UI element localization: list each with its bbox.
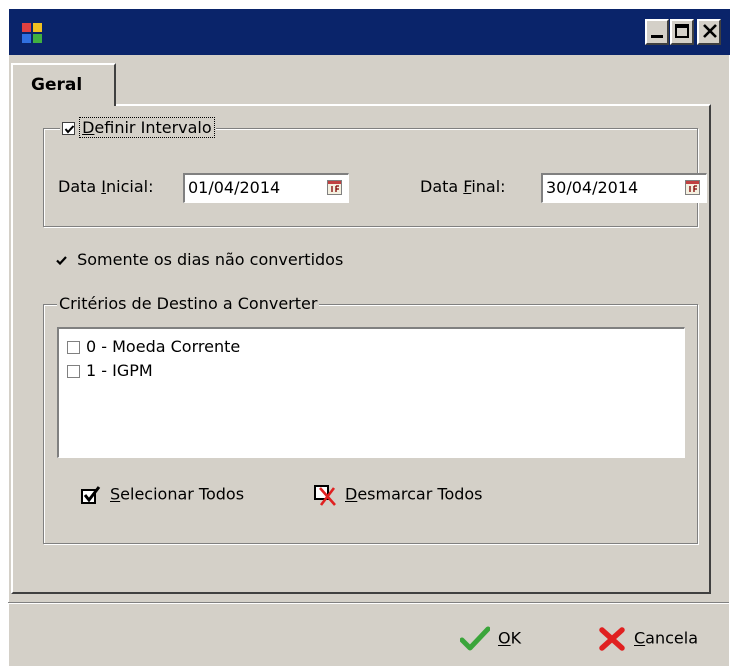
checkbox-check-icon: [81, 486, 101, 504]
close-icon: [703, 24, 717, 38]
maximize-icon: [675, 24, 689, 38]
data-final-value: 30/04/2014: [546, 178, 639, 197]
data-inicial-input[interactable]: 01/04/2014: [183, 173, 349, 203]
somente-dias-nao-convertidos-checkbox[interactable]: Somente os dias não convertidos: [55, 250, 343, 269]
list-item[interactable]: 1 - IGPM: [67, 361, 153, 380]
item-label: 1 - IGPM: [86, 361, 153, 380]
checkmark-icon: [64, 125, 75, 134]
red-x-icon: [599, 627, 625, 651]
criterios-list[interactable]: 0 - Moeda Corrente 1 - IGPM: [57, 327, 685, 458]
desmarcar-todos-button[interactable]: Desmarcar Todos: [313, 484, 483, 506]
calendar-icon[interactable]: [685, 180, 700, 195]
minimize-button[interactable]: [645, 19, 669, 45]
minimize-icon: [651, 35, 663, 38]
footer-divider: [8, 602, 729, 604]
tab-geral[interactable]: Geral: [11, 63, 116, 106]
definir-intervalo-check[interactable]: [62, 122, 75, 135]
title-bar[interactable]: [9, 9, 730, 55]
checkmark-icon: [56, 256, 67, 266]
definir-intervalo-checkbox[interactable]: Definir Intervalo: [60, 117, 216, 138]
close-button[interactable]: [697, 19, 721, 45]
checkbox-x-icon: [314, 485, 336, 506]
data-inicial-label: Data Inicial:: [58, 177, 154, 196]
item-checkbox[interactable]: [67, 365, 80, 378]
item-checkbox[interactable]: [67, 341, 80, 354]
list-item[interactable]: 0 - Moeda Corrente: [67, 337, 240, 356]
data-inicial-value: 01/04/2014: [188, 178, 281, 197]
data-final-input[interactable]: 30/04/2014: [541, 173, 707, 203]
selecionar-todos-button[interactable]: Selecionar Todos: [80, 484, 244, 506]
criterios-legend: Critérios de Destino a Converter: [57, 294, 320, 313]
maximize-button[interactable]: [670, 19, 694, 45]
somente-label: Somente os dias não convertidos: [77, 250, 344, 269]
data-final-label: Data Final:: [420, 177, 506, 196]
somente-check[interactable]: [55, 254, 68, 267]
green-checkmark-icon: [459, 626, 491, 651]
app-icon: [22, 23, 42, 43]
item-label: 0 - Moeda Corrente: [86, 337, 241, 356]
calendar-icon[interactable]: [327, 180, 342, 195]
definir-intervalo-label: Definir Intervalo: [79, 117, 215, 138]
ok-button[interactable]: OK: [459, 626, 521, 652]
cancela-button[interactable]: Cancela: [598, 626, 698, 652]
